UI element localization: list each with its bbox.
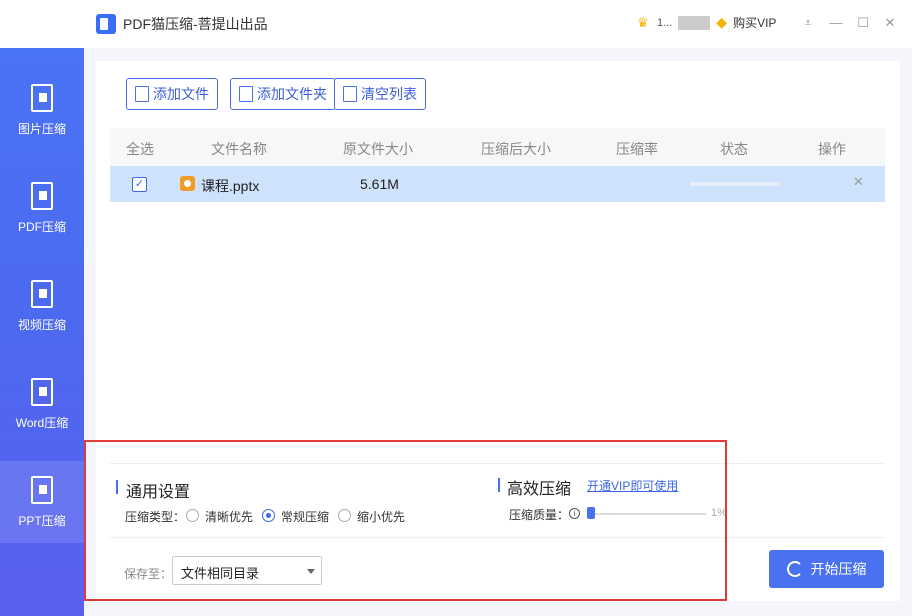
video-file-icon — [31, 279, 53, 308]
sidebar-item-label: Word压缩 — [15, 415, 69, 430]
main-panel: 添加文件 添加文件夹 清空列表 全选 文件名称 原文件大小 压缩后大小 压缩率 … — [96, 61, 900, 601]
save-location-value: 文件相同目录 — [181, 566, 260, 581]
chevron-down-icon — [307, 569, 315, 574]
option-normal-label[interactable]: 常规压缩 — [281, 508, 329, 525]
close-icon[interactable]: ✕ — [882, 15, 898, 31]
section-bar-icon — [116, 480, 118, 494]
add-folder-icon — [239, 86, 253, 102]
sidebar-item-word[interactable]: Word压缩 — [0, 363, 84, 445]
sidebar-item-label: 视频压缩 — [17, 317, 66, 332]
open-vip-link[interactable]: 开通VIP即可使用 — [587, 477, 678, 494]
quality-value: 1% — [711, 507, 727, 519]
app-title: PDF猫压缩-菩提山出品 — [123, 16, 268, 32]
user-area[interactable]: ♛ 1... ◆ 购买VIP — [637, 14, 776, 31]
word-file-icon — [31, 377, 53, 406]
column-header: 压缩后大小 — [481, 141, 551, 157]
file-name: 课程.pptx — [201, 178, 260, 194]
pptx-file-icon — [180, 176, 195, 191]
column-header: 状态 — [720, 141, 748, 157]
compress-type-label: 压缩类型： — [125, 510, 186, 524]
minimize-icon[interactable]: — — [828, 15, 844, 31]
ppt-file-icon — [31, 475, 53, 504]
option-clarity-label[interactable]: 清晰优先 — [205, 508, 253, 525]
user-name-redacted — [678, 15, 711, 30]
add-file-icon — [135, 86, 149, 102]
add-file-button[interactable]: 添加文件 — [126, 78, 218, 110]
table-header: 全选 文件名称 原文件大小 压缩后大小 压缩率 状态 操作 — [110, 128, 885, 166]
column-header: 操作 — [818, 141, 846, 157]
start-compress-label: 开始压缩 — [810, 561, 867, 577]
user-name: 1... — [657, 16, 673, 29]
sidebar-item-image[interactable]: 图片压缩 — [0, 69, 84, 151]
option-smaller-label[interactable]: 缩小优先 — [357, 508, 405, 525]
sidebar-item-ppt[interactable]: PPT压缩 — [0, 461, 84, 543]
maximize-icon[interactable]: ☐ — [855, 15, 871, 31]
sidebar-item-video[interactable]: 视频压缩 — [0, 265, 84, 347]
original-size: 5.61M — [360, 176, 399, 192]
column-header: 文件名称 — [211, 141, 267, 157]
info-icon[interactable]: i — [569, 508, 580, 519]
radio-smaller[interactable] — [338, 509, 351, 522]
diamond-icon: ◆ — [716, 14, 728, 30]
image-file-icon — [31, 83, 53, 112]
radio-normal[interactable] — [262, 509, 275, 522]
refresh-icon — [786, 561, 803, 577]
status-progress-bar — [690, 182, 780, 186]
quality-label: 压缩质量： — [509, 508, 570, 522]
select-all-header[interactable]: 全选 — [126, 139, 154, 159]
clear-list-button[interactable]: 清空列表 — [334, 78, 426, 110]
general-settings-title: 通用设置 — [126, 484, 191, 501]
radio-clarity[interactable] — [186, 509, 199, 522]
row-checkbox[interactable]: ✓ — [132, 177, 147, 192]
menu-icon[interactable]: ⩡ — [800, 15, 816, 31]
clear-list-label: 清空列表 — [361, 86, 417, 102]
quality-slider-thumb[interactable] — [587, 507, 595, 519]
quality-slider-track[interactable] — [588, 513, 706, 515]
save-location-select[interactable]: 文件相同目录 — [172, 556, 322, 585]
save-to-label: 保存至： — [124, 567, 173, 581]
divider — [110, 537, 885, 538]
crown-icon: ♛ — [637, 14, 649, 30]
sidebar-item-label: PDF压缩 — [17, 219, 66, 234]
sidebar-item-label: PPT压缩 — [18, 513, 66, 528]
add-file-label: 添加文件 — [153, 86, 209, 102]
column-header: 压缩率 — [616, 141, 658, 157]
add-folder-label: 添加文件夹 — [257, 86, 327, 102]
sidebar-item-label: 图片压缩 — [17, 121, 66, 136]
column-header: 原文件大小 — [343, 141, 413, 157]
table-row[interactable]: ✓ 课程.pptx 5.61M ✕ — [110, 166, 885, 202]
trash-icon — [343, 86, 357, 102]
add-folder-button[interactable]: 添加文件夹 — [230, 78, 336, 110]
section-bar-icon — [498, 478, 500, 492]
sidebar: 图片压缩 PDF压缩 视频压缩 Word压缩 PPT压缩 — [0, 48, 84, 616]
sidebar-item-pdf[interactable]: PDF压缩 — [0, 167, 84, 249]
title-bar: PDF猫压缩-菩提山出品 ♛ 1... ◆ 购买VIP ⩡ — ☐ ✕ — [0, 0, 912, 48]
buy-vip-link[interactable]: 购买VIP — [733, 14, 776, 31]
efficient-compress-title: 高效压缩 — [507, 481, 572, 498]
pdf-file-icon — [31, 181, 53, 210]
app-logo-icon — [96, 14, 116, 34]
start-compress-button[interactable]: 开始压缩 — [769, 550, 884, 588]
remove-row-icon[interactable]: ✕ — [853, 174, 864, 190]
